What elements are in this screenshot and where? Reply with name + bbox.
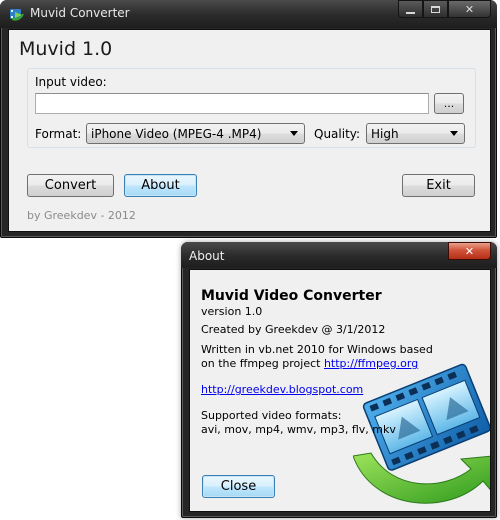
quality-select[interactable]: High	[366, 123, 465, 144]
app-heading: Muvid 1.0	[19, 38, 113, 60]
close-window-button[interactable]: ✕	[448, 0, 491, 18]
exit-button[interactable]: Exit	[402, 174, 475, 197]
quality-label: Quality:	[314, 127, 361, 141]
quality-selected-value: High	[371, 126, 399, 141]
about-window-title: About	[189, 249, 225, 263]
input-video-field[interactable]	[35, 93, 429, 114]
about-app-name: Muvid Video Converter	[201, 288, 382, 304]
format-label: Format:	[35, 127, 82, 141]
chevron-down-icon	[450, 131, 458, 136]
main-window-title: Muvid Converter	[30, 6, 130, 20]
format-selected-value: iPhone Video (MPEG-4 .MP4)	[91, 126, 262, 141]
about-caption-buttons: ✕	[448, 242, 491, 260]
close-icon: ✕	[464, 2, 475, 16]
main-titlebar[interactable]: Muvid Converter ✕	[0, 0, 497, 28]
about-created-by: Created by Greekdev @ 3/1/2012	[201, 323, 386, 336]
exit-button-label: Exit	[426, 178, 451, 193]
convert-button-label: Convert	[44, 178, 97, 193]
ffmpeg-link[interactable]: http://ffmpeg.org	[324, 357, 418, 370]
browse-button[interactable]: ...	[434, 93, 464, 114]
about-window: About ✕ Muvid Video Converter version 1.…	[181, 242, 497, 518]
about-close-window-button[interactable]: ✕	[448, 242, 491, 260]
about-written-line1: Written in vb.net 2010 for Windows based	[201, 343, 433, 356]
minimize-icon	[406, 11, 415, 14]
about-written-line2: on the ffmpeg project http://ffmpeg.org	[201, 357, 418, 370]
about-version: version 1.0	[201, 305, 263, 318]
about-button-label: About	[141, 178, 180, 193]
format-select[interactable]: iPhone Video (MPEG-4 .MP4)	[86, 123, 305, 144]
about-formats-heading: Supported video formats:	[201, 409, 342, 422]
maximize-icon	[431, 5, 440, 13]
main-client-area: Muvid 1.0 Input video: ... Format: iPhon…	[8, 29, 491, 232]
convert-button[interactable]: Convert	[27, 174, 114, 197]
blog-link[interactable]: http://greekdev.blogspot.com	[201, 383, 363, 396]
main-caption-buttons: ✕	[398, 0, 491, 18]
film-strip-graphic	[353, 363, 490, 504]
input-video-label: Input video:	[35, 75, 107, 89]
app-icon	[9, 6, 25, 22]
about-titlebar[interactable]: About ✕	[181, 242, 497, 268]
minimize-button[interactable]	[398, 0, 423, 18]
about-close-button[interactable]: Close	[202, 475, 275, 498]
about-client-area: Muvid Video Converter version 1.0 Create…	[189, 269, 491, 512]
close-icon: ✕	[464, 244, 475, 258]
footer-credit: by Greekdev - 2012	[27, 209, 136, 222]
browse-button-label: ...	[443, 97, 455, 110]
about-written-line2-text: on the ffmpeg project	[201, 357, 324, 370]
maximize-button[interactable]	[423, 0, 448, 18]
chevron-down-icon	[290, 131, 298, 136]
main-window: Muvid Converter ✕ Muvid 1.0 Input video:…	[0, 0, 497, 238]
about-formats-list: avi, mov, mp4, wmv, mp3, flv, mkv	[201, 423, 396, 436]
about-blog-line: http://greekdev.blogspot.com	[201, 383, 363, 396]
about-button[interactable]: About	[124, 174, 197, 197]
about-close-button-label: Close	[220, 479, 257, 494]
